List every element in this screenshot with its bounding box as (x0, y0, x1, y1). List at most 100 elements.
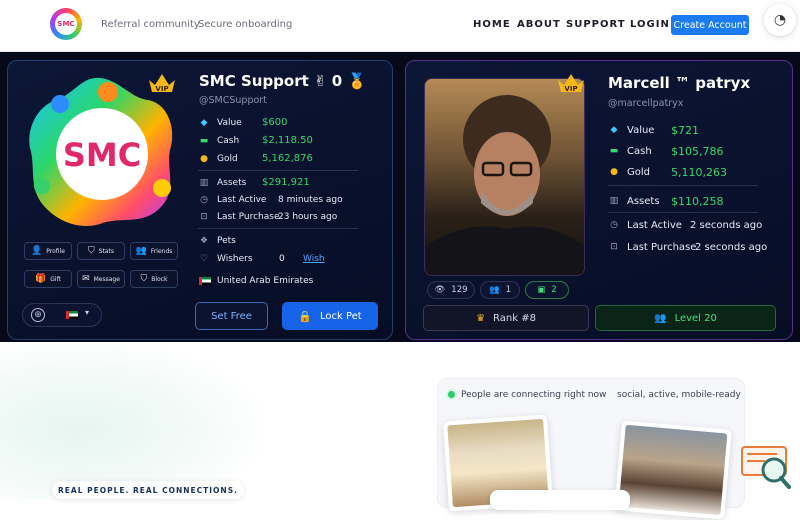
cart-icon: ⊡ (200, 212, 208, 222)
features-text: social, active, mobile-ready (617, 390, 741, 400)
divider (198, 228, 358, 229)
views-chip: 👁 129 (427, 281, 475, 299)
gold-icon: ● (200, 154, 208, 164)
lock-icon: 🔒 (298, 309, 312, 323)
friends-chip[interactable]: 👥 1 (480, 281, 520, 299)
friends-icon: 👥 (488, 285, 500, 295)
nav-support-link[interactable]: SUPPORT (566, 19, 626, 30)
uae-flag-icon (66, 311, 78, 319)
stat-label: Gold (217, 154, 238, 164)
stat-label: Cash (627, 146, 652, 157)
chart-icon: ▥ (199, 178, 209, 188)
nav-about-link[interactable]: ABOUT (517, 19, 561, 30)
stat-label: Gold (627, 167, 650, 178)
eye-icon: 👁 (434, 285, 446, 295)
chat-icon: ▣ (537, 285, 546, 295)
friends-icon: 👥 (135, 246, 147, 256)
stat-label: Value (217, 118, 242, 128)
profile-photo[interactable] (424, 78, 585, 276)
country-label: United Arab Emirates (217, 276, 314, 286)
shield-icon: ⛉ (140, 274, 148, 284)
clock-icon: ◷ (200, 195, 208, 205)
user-icon: 👤 (31, 246, 43, 256)
wishers-count: 0 (279, 254, 285, 264)
last-active-label: Last Active (627, 220, 682, 231)
divider (608, 185, 758, 186)
level-badge: 👥 Level 20 (595, 305, 776, 331)
last-purchase-value: 23 hours ago (278, 212, 338, 222)
vip-crown-icon: VIP (558, 74, 584, 93)
nav-login-link[interactable]: LOGIN (630, 19, 670, 30)
heart-icon: ♡ (199, 254, 209, 264)
cash-icon: ▬ (609, 146, 619, 156)
svg-text:VIP: VIP (564, 85, 577, 93)
tagline-onboarding: Secure onboarding (198, 19, 293, 30)
assets-label: Assets (627, 196, 660, 207)
last-purchase-value: 2 seconds ago (695, 242, 768, 253)
vip-crown-icon: VIP (149, 74, 175, 93)
message-button[interactable]: ✉ Message (77, 270, 125, 288)
divider (608, 212, 758, 213)
stat-value: 5,110,263 (671, 166, 727, 179)
tagline-referral: Referral community (101, 19, 200, 30)
profile-handle: @SMCSupport (199, 95, 267, 106)
diamond-icon: ◆ (200, 118, 208, 128)
rank-badge: ♛ Rank #8 (423, 305, 589, 331)
cart-icon: ⊡ (610, 242, 618, 252)
portrait-illustration (425, 95, 584, 275)
last-active-value: 2 seconds ago (690, 220, 763, 231)
clock-icon: ◷ (610, 220, 618, 230)
chart-icon: ▥ (609, 196, 619, 206)
gift-icon: 🎁 (35, 274, 47, 284)
search-help-icon[interactable] (741, 446, 791, 490)
block-button[interactable]: ⛉ Block (130, 270, 178, 288)
wishers-label: Wishers (217, 254, 253, 264)
last-purchase-label: Last Purchase (217, 212, 280, 222)
preview-card (490, 490, 630, 510)
member-photo[interactable] (614, 420, 732, 520)
nav-home-link[interactable]: HOME (473, 19, 511, 30)
messages-chip[interactable]: ▣ 2 (525, 281, 569, 299)
lock-pet-button[interactable]: 🔒 Lock Pet (282, 302, 378, 330)
last-active-label: Last Active (217, 195, 267, 205)
profile-handle: @marcellpatryx (608, 98, 684, 109)
users-icon: 👥 (654, 312, 667, 324)
create-account-button[interactable]: Create Account (671, 15, 749, 35)
profile-name: Marcell ™ patryx (608, 74, 751, 92)
assets-value: $110,258 (671, 195, 724, 208)
paw-icon: ❖ (199, 236, 209, 246)
stat-value: $2,118.50 (262, 135, 313, 146)
crown-icon: ♛ (476, 312, 486, 324)
smc-logo[interactable]: SMC (50, 8, 82, 40)
stat-label: Cash (217, 136, 240, 146)
last-active-value: 8 minutes ago (278, 195, 343, 205)
pets-label: Pets (217, 236, 236, 246)
cash-icon: ▬ (199, 136, 209, 146)
status-text: People are connecting right now (461, 390, 607, 400)
smc-splash-text: SMC (63, 136, 141, 174)
globe-icon[interactable]: ⊕ (31, 308, 45, 322)
divider (198, 170, 358, 171)
stat-value: $105,786 (671, 145, 724, 158)
stat-value: $721 (671, 124, 699, 137)
profile-button[interactable]: 👤 Profile (24, 242, 72, 260)
chevron-down-icon[interactable]: ▾ (85, 308, 89, 317)
logo-text: SMC (55, 13, 77, 35)
spinner-icon[interactable]: ◔ (764, 4, 796, 36)
assets-value: $291,921 (262, 177, 310, 188)
tagline-badge: REAL PEOPLE. REAL CONNECTIONS. (52, 481, 244, 499)
assets-label: Assets (217, 178, 247, 188)
friends-button[interactable]: 👥 Friends (130, 242, 178, 260)
envelope-icon: ✉ (82, 274, 90, 284)
gold-icon: ● (610, 167, 618, 177)
profile-name: SMC Support ✌ 0 🏅 (199, 72, 367, 90)
diamond-icon: ◆ (610, 125, 618, 135)
gift-button[interactable]: 🎁 Gift (24, 270, 72, 288)
set-free-button[interactable]: Set Free (195, 302, 268, 330)
svg-text:VIP: VIP (155, 85, 168, 93)
wish-link[interactable]: Wish (303, 254, 325, 264)
shield-icon: ⛉ (87, 246, 95, 256)
top-navbar: SMC Referral community Secure onboarding… (0, 0, 800, 52)
uae-flag-icon (199, 277, 211, 285)
stats-button[interactable]: ⛉ Stats (77, 242, 125, 260)
